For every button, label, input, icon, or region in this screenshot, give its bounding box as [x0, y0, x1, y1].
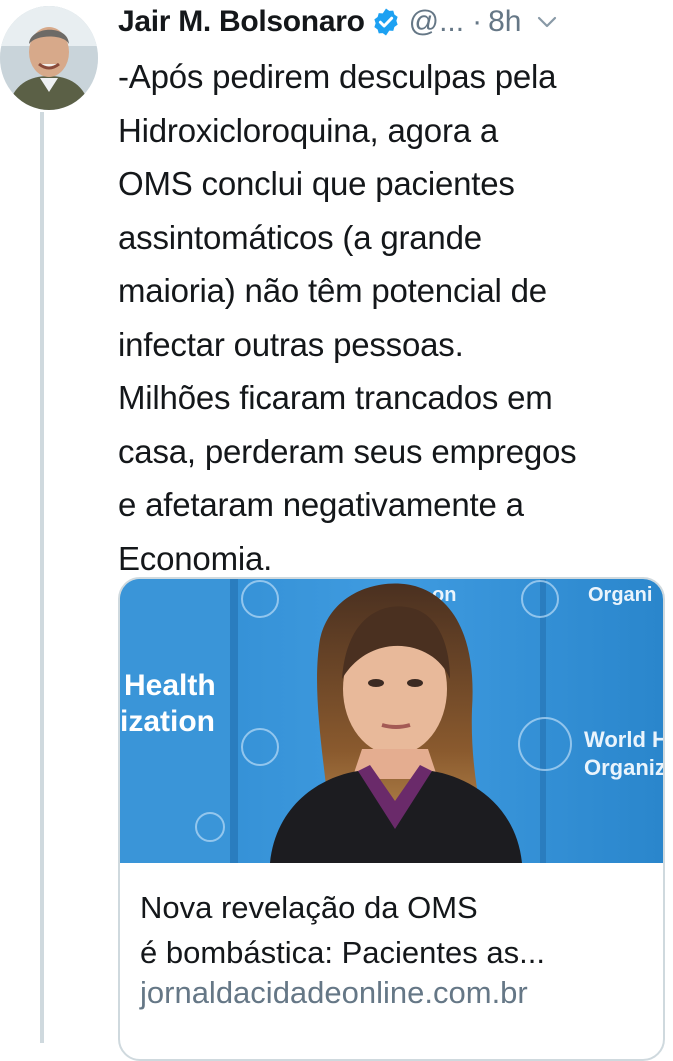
avatar-image	[0, 6, 98, 110]
backdrop-text: Organiz	[584, 755, 663, 780]
backdrop-text: World H	[584, 727, 663, 752]
verified-badge-icon	[374, 8, 398, 36]
tweet-header: Jair M. Bolsonaro @... · 8h	[118, 0, 673, 44]
card-image-photo: Health ization on Organi World H Organiz	[120, 579, 663, 863]
tweet-text-line: Hidroxicloroquina, agora a	[118, 111, 499, 149]
tweet-text-line: OMS conclui que pacientes	[118, 165, 515, 202]
tweet-text-line: Milhões ficaram trancados em	[118, 379, 553, 416]
card-title-line: é bombástica: Pacientes as...	[140, 935, 545, 970]
thread-line	[40, 112, 44, 1043]
tweet-time[interactable]: 8h	[488, 5, 521, 39]
chevron-down-icon[interactable]	[535, 10, 559, 34]
avatar[interactable]	[0, 6, 98, 110]
tweet-text: -Após pedirem desculpas pela Hidroxiclor…	[118, 50, 668, 585]
author-name[interactable]: Jair M. Bolsonaro	[118, 5, 365, 39]
tweet-text-line: e afetaram negativamente a	[118, 486, 524, 523]
card-title[interactable]: Nova revelação da OMS é bombástica: Paci…	[140, 885, 650, 975]
link-preview-card[interactable]: Health ization on Organi World H Organiz…	[118, 577, 665, 1061]
separator-dot: ·	[472, 5, 483, 38]
backdrop-text: Organi	[588, 584, 652, 606]
card-title-line: Nova revelação da OMS	[140, 890, 478, 925]
tweet-text-line: -Após pedirem desculpas pela	[118, 58, 557, 95]
tweet-text-line: maioria) não têm potencial de	[118, 272, 547, 309]
tweet-text-line: infectar outras pessoas.	[118, 325, 464, 363]
card-image: Health ization on Organi World H Organiz	[120, 579, 663, 863]
card-domain[interactable]: jornaldacidadeonline.com.br	[140, 975, 528, 1011]
tweet-text-line: assintomáticos (a grande	[118, 218, 482, 256]
backdrop-text: Health	[124, 669, 216, 702]
tweet-text-line: casa, perderam seus empregos	[118, 432, 577, 470]
backdrop-text: ization	[120, 705, 215, 738]
author-handle[interactable]: @...	[409, 5, 464, 39]
